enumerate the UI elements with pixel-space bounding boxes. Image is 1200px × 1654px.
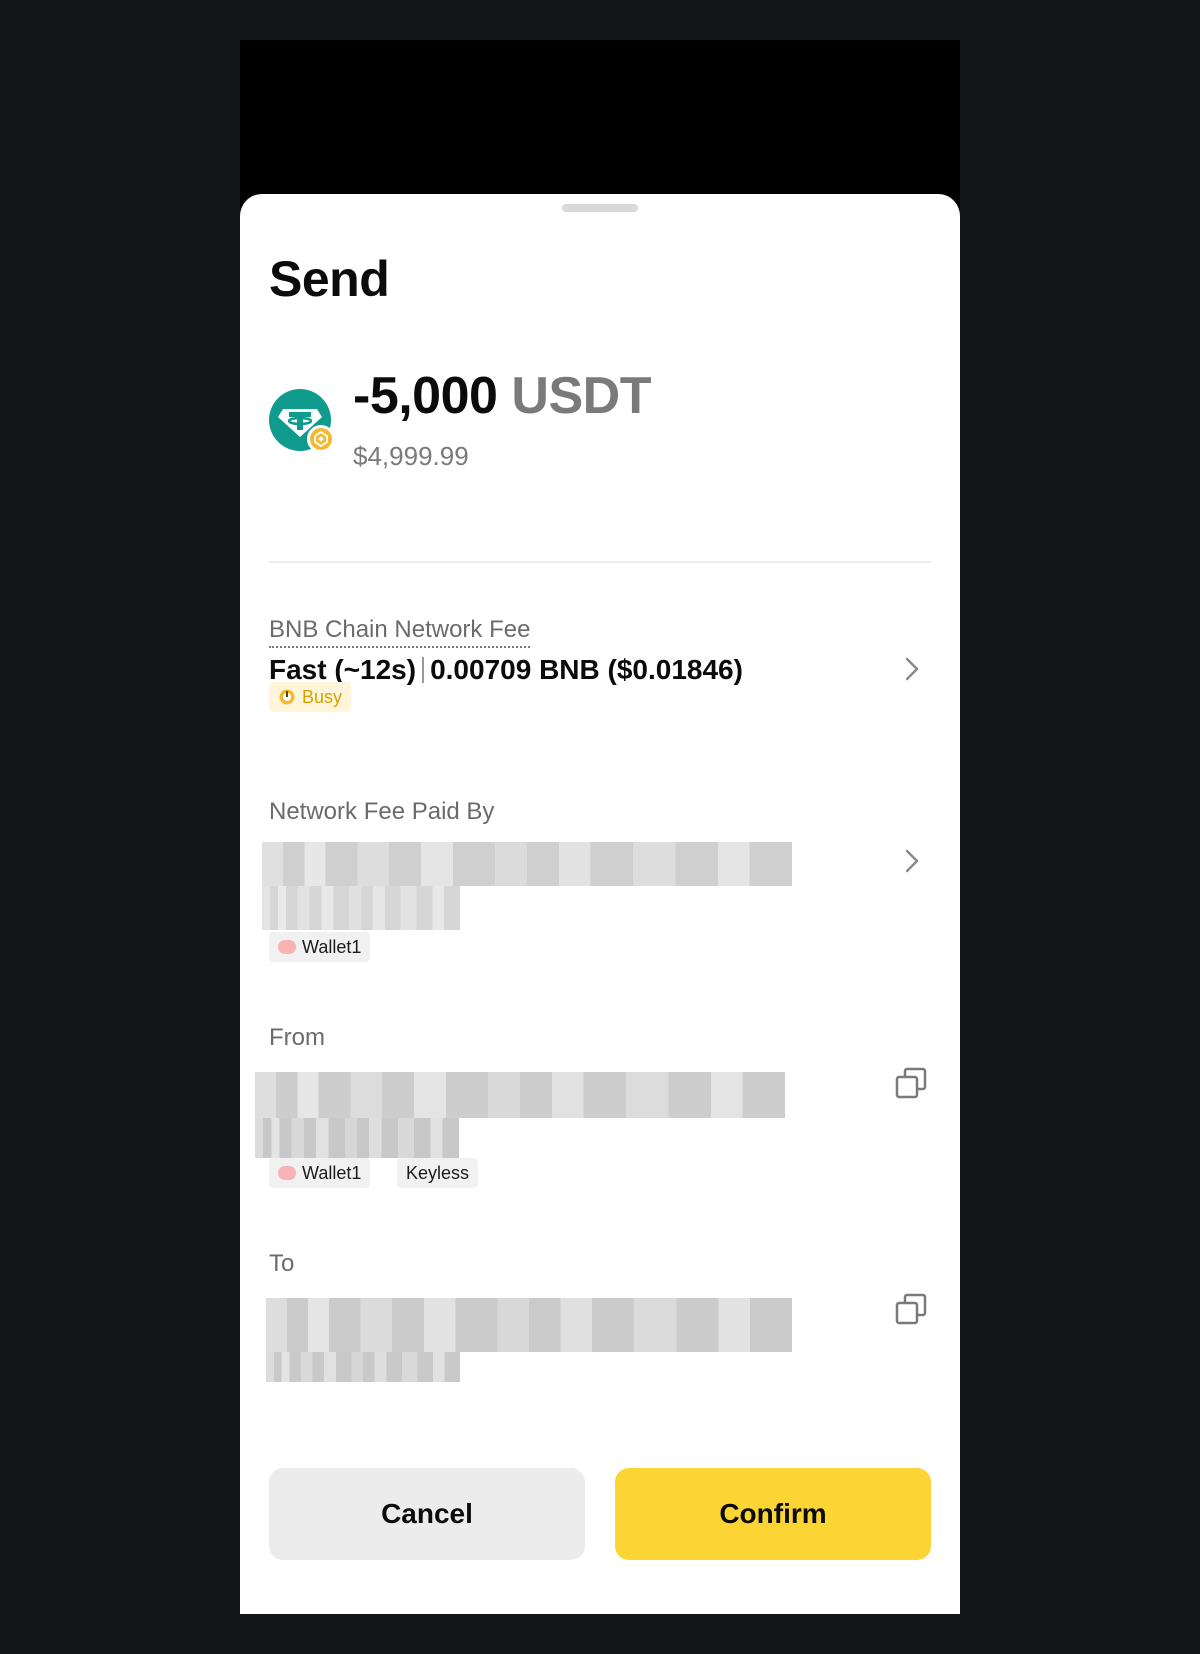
chevron-right-icon[interactable] [900,654,924,684]
piggy-bank-icon [278,940,296,954]
copy-icon[interactable] [894,1066,928,1100]
send-confirmation-sheet: Send -5,000 USDT $4,999.99 BNB Chain Net… [240,194,960,1614]
from-address-redacted[interactable] [255,1072,785,1118]
phone-screen: Send -5,000 USDT $4,999.99 BNB Chain Net… [240,40,960,1614]
fee-speed: Fast (~12s) [269,654,417,685]
amount-unit: USDT [511,367,651,425]
sheet-drag-handle[interactable] [562,204,638,212]
bnb-chain-icon [307,425,335,453]
network-fee-label[interactable]: BNB Chain Network Fee [269,616,531,648]
cancel-button[interactable]: Cancel [269,1468,585,1560]
fee-payer-address-redacted-line2[interactable] [262,886,460,930]
copy-icon[interactable] [894,1292,928,1326]
from-address-redacted-line2[interactable] [255,1118,459,1158]
section-divider [269,561,931,563]
amount-fiat-value: $4,999.99 [353,441,469,471]
amount-value: -5,000 [353,367,498,425]
fee-separator [422,657,425,683]
to-address-redacted[interactable] [266,1298,792,1352]
fee-payer-label: Network Fee Paid By [269,798,495,825]
from-label: From [269,1024,325,1051]
gauge-icon [279,689,295,705]
to-address-redacted-line2[interactable] [266,1352,460,1382]
network-status-text: Busy [302,687,343,707]
to-label: To [269,1250,295,1277]
confirm-button[interactable]: Confirm [615,1468,931,1560]
fee-amount: 0.00709 BNB ($0.01846) [430,654,743,685]
from-wallet-tag: Wallet1 [269,1158,371,1188]
fee-payer-wallet-name: Wallet1 [302,937,362,957]
from-wallet-name: Wallet1 [302,1163,362,1183]
from-wallet-type: Keyless [406,1163,470,1183]
sheet-title: Send [269,251,390,307]
chevron-right-icon[interactable] [900,846,924,876]
piggy-bank-icon [278,1166,296,1180]
fee-payer-wallet-tag: Wallet1 [269,932,371,962]
send-amount: -5,000 USDT [353,366,651,426]
fee-payer-address-redacted[interactable] [262,842,792,886]
network-status-badge: Busy [269,682,352,712]
from-wallet-type-tag: Keyless [397,1158,479,1188]
